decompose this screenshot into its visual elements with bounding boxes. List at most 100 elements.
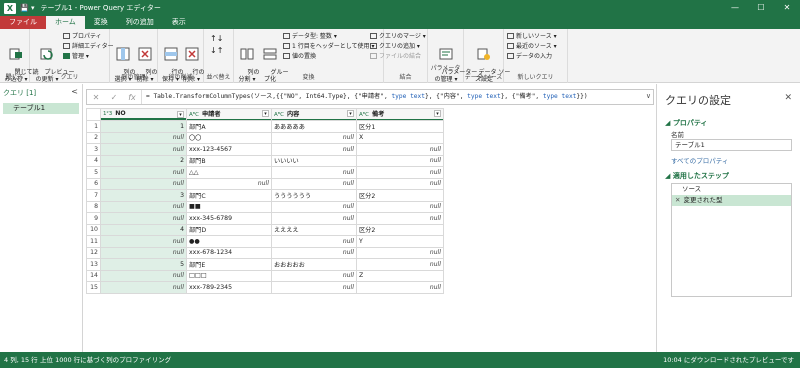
table-cell[interactable]: 区分2 (356, 223, 444, 236)
table-row[interactable]: 7 3 部門C うううううう 区分2 (86, 189, 444, 202)
filter-dropdown-icon[interactable]: ▾ (434, 110, 441, 117)
keep-rows-button[interactable]: 行の 保持 ▾ (160, 33, 183, 90)
table-cell[interactable]: Z (356, 269, 444, 282)
manage-parameters-button[interactable]: パラメーター の管理 ▾ (430, 33, 477, 90)
fx-icon[interactable]: fx (123, 93, 141, 102)
enter-data-button[interactable]: データの入力 (507, 53, 552, 61)
table-row[interactable]: 12 null xxx-678-1234 null null (86, 246, 444, 259)
all-properties-link[interactable]: すべてのプロパティ (671, 155, 728, 165)
column-header-content[interactable]: AᴮC 内容 ▾ (271, 108, 357, 121)
table-cell[interactable]: null (100, 177, 187, 190)
sort-descending-icon[interactable]: ↓↑ (210, 47, 223, 55)
table-row[interactable]: 15 null xxx-789-2345 null null (86, 281, 444, 294)
cancel-formula-button[interactable]: ✕ (87, 93, 105, 102)
table-cell[interactable]: null (100, 246, 187, 259)
remove-rows-button[interactable]: 行の 削除 ▾ (181, 33, 204, 90)
table-cell[interactable]: 部門B (186, 154, 272, 167)
combine-files-button[interactable]: ファイルの結合 (370, 53, 421, 61)
column-header-remarks[interactable]: AᴮC 備考 ▾ (356, 108, 444, 121)
table-cell[interactable]: xxx-789-2345 (186, 281, 272, 294)
confirm-formula-button[interactable]: ✓ (105, 93, 123, 102)
table-cell[interactable]: うううううう (271, 189, 357, 202)
table-row[interactable]: 6 null null null null (86, 177, 444, 190)
table-cell[interactable]: null (356, 200, 444, 213)
table-cell[interactable]: ええええ (271, 223, 357, 236)
new-source-button[interactable]: 新しいソース ▾ (507, 33, 557, 41)
table-cell[interactable]: null (356, 154, 444, 167)
table-cell[interactable]: null (271, 166, 357, 179)
close-load-button[interactable]: 閉じて読 み込む ▾ (3, 33, 38, 90)
table-row[interactable]: 2 null 〇〇 null X (86, 131, 444, 144)
filter-dropdown-icon[interactable]: ▾ (262, 110, 269, 117)
advanced-editor-button[interactable]: 詳細エディター (63, 43, 114, 51)
group-by-button[interactable]: グルー プ化 (259, 33, 288, 90)
table-cell[interactable]: null (100, 281, 187, 294)
table-cell[interactable]: null (271, 212, 357, 225)
choose-columns-button[interactable]: 列の 選択 ▾ (112, 33, 135, 90)
table-row[interactable]: 5 null △△ null null (86, 166, 444, 179)
table-cell[interactable]: 5 (100, 258, 187, 271)
table-cell[interactable]: null (186, 177, 272, 190)
query-name-input[interactable]: テーブル1 (671, 139, 792, 151)
table-cell[interactable]: あああああ (271, 120, 357, 133)
table-row[interactable]: 1 1 部門A あああああ 区分1 (86, 120, 444, 133)
use-first-row-button[interactable]: 1 行目をヘッダーとして使用 ▾ (283, 43, 374, 51)
tab-file[interactable]: ファイル (0, 16, 46, 29)
table-cell[interactable]: null (271, 131, 357, 144)
table-cell[interactable]: ■■ (186, 200, 272, 213)
table-cell[interactable]: null (100, 212, 187, 225)
remove-columns-button[interactable]: 列の 削除 ▾ (134, 33, 157, 90)
table-cell[interactable]: △△ (186, 166, 272, 179)
properties-button[interactable]: プロパティ (63, 33, 102, 41)
table-cell[interactable]: 〇〇 (186, 131, 272, 144)
delete-step-icon[interactable]: ✕ (675, 196, 680, 204)
table-cell[interactable]: null (356, 258, 444, 271)
column-header-applicant[interactable]: AᴮC 申請者 ▾ (186, 108, 272, 121)
status-profiling[interactable]: 上位 1000 行に基づく列のプロファイリング (40, 352, 171, 368)
tab-home[interactable]: ホーム (46, 16, 85, 29)
select-all-corner[interactable] (86, 108, 101, 121)
minimize-button[interactable]: — (722, 0, 748, 16)
table-cell[interactable]: いいいい (271, 154, 357, 167)
table-cell[interactable]: null (356, 281, 444, 294)
table-row[interactable]: 3 null xxx-123-4567 null null (86, 143, 444, 156)
column-header-no[interactable]: 1²3 NO ▾ (100, 108, 187, 121)
filter-dropdown-icon[interactable]: ▾ (177, 111, 184, 118)
table-cell[interactable]: null (271, 246, 357, 259)
data-source-settings-button[interactable]: データ ソー ス設定 (467, 33, 510, 90)
table-cell[interactable]: 4 (100, 223, 187, 236)
refresh-preview-button[interactable]: プレビュー の更新 ▾ (33, 33, 74, 90)
table-row[interactable]: 13 5 部門E おおおおお null (86, 258, 444, 271)
table-cell[interactable]: X (356, 131, 444, 144)
table-cell[interactable]: null (100, 166, 187, 179)
table-cell[interactable]: null (356, 212, 444, 225)
table-cell[interactable]: 部門E (186, 258, 272, 271)
table-cell[interactable]: null (100, 269, 187, 282)
step-source[interactable]: ソース (672, 184, 791, 195)
sort-ascending-icon[interactable]: ↑↓ (210, 35, 223, 43)
table-row[interactable]: 8 null ■■ null null (86, 200, 444, 213)
tab-transform[interactable]: 変換 (85, 16, 117, 29)
table-cell[interactable]: 3 (100, 189, 187, 202)
formula-input[interactable]: = Table.TransformColumnTypes(ソース,{{"NO",… (141, 90, 588, 104)
table-cell[interactable]: xxx-123-4567 (186, 143, 272, 156)
applied-steps-section-header[interactable]: ◢ 適用したステップ (665, 171, 729, 181)
table-cell[interactable]: 部門C (186, 189, 272, 202)
table-cell[interactable]: null (100, 131, 187, 144)
table-cell[interactable]: null (356, 166, 444, 179)
table-row[interactable]: 9 null xxx-345-6789 null null (86, 212, 444, 225)
data-type-dropdown[interactable]: データ型: 整数 ▾ (283, 33, 337, 41)
table-cell[interactable]: xxx-345-6789 (186, 212, 272, 225)
replace-values-button[interactable]: 値の置換 (283, 53, 316, 61)
table-cell[interactable]: □□□ (186, 269, 272, 282)
merge-queries-button[interactable]: クエリのマージ ▾ (370, 33, 426, 41)
table-cell[interactable]: null (271, 235, 357, 248)
maximize-button[interactable]: ☐ (748, 0, 774, 16)
table-cell[interactable]: Y (356, 235, 444, 248)
type-icon-text[interactable]: AᴮC (189, 112, 199, 118)
append-queries-button[interactable]: クエリの追加 ▾ (370, 43, 420, 51)
table-cell[interactable]: null (356, 246, 444, 259)
table-cell[interactable]: null (100, 235, 187, 248)
table-row[interactable]: 11 null ●● null Y (86, 235, 444, 248)
close-settings-icon[interactable]: ✕ (784, 93, 792, 103)
